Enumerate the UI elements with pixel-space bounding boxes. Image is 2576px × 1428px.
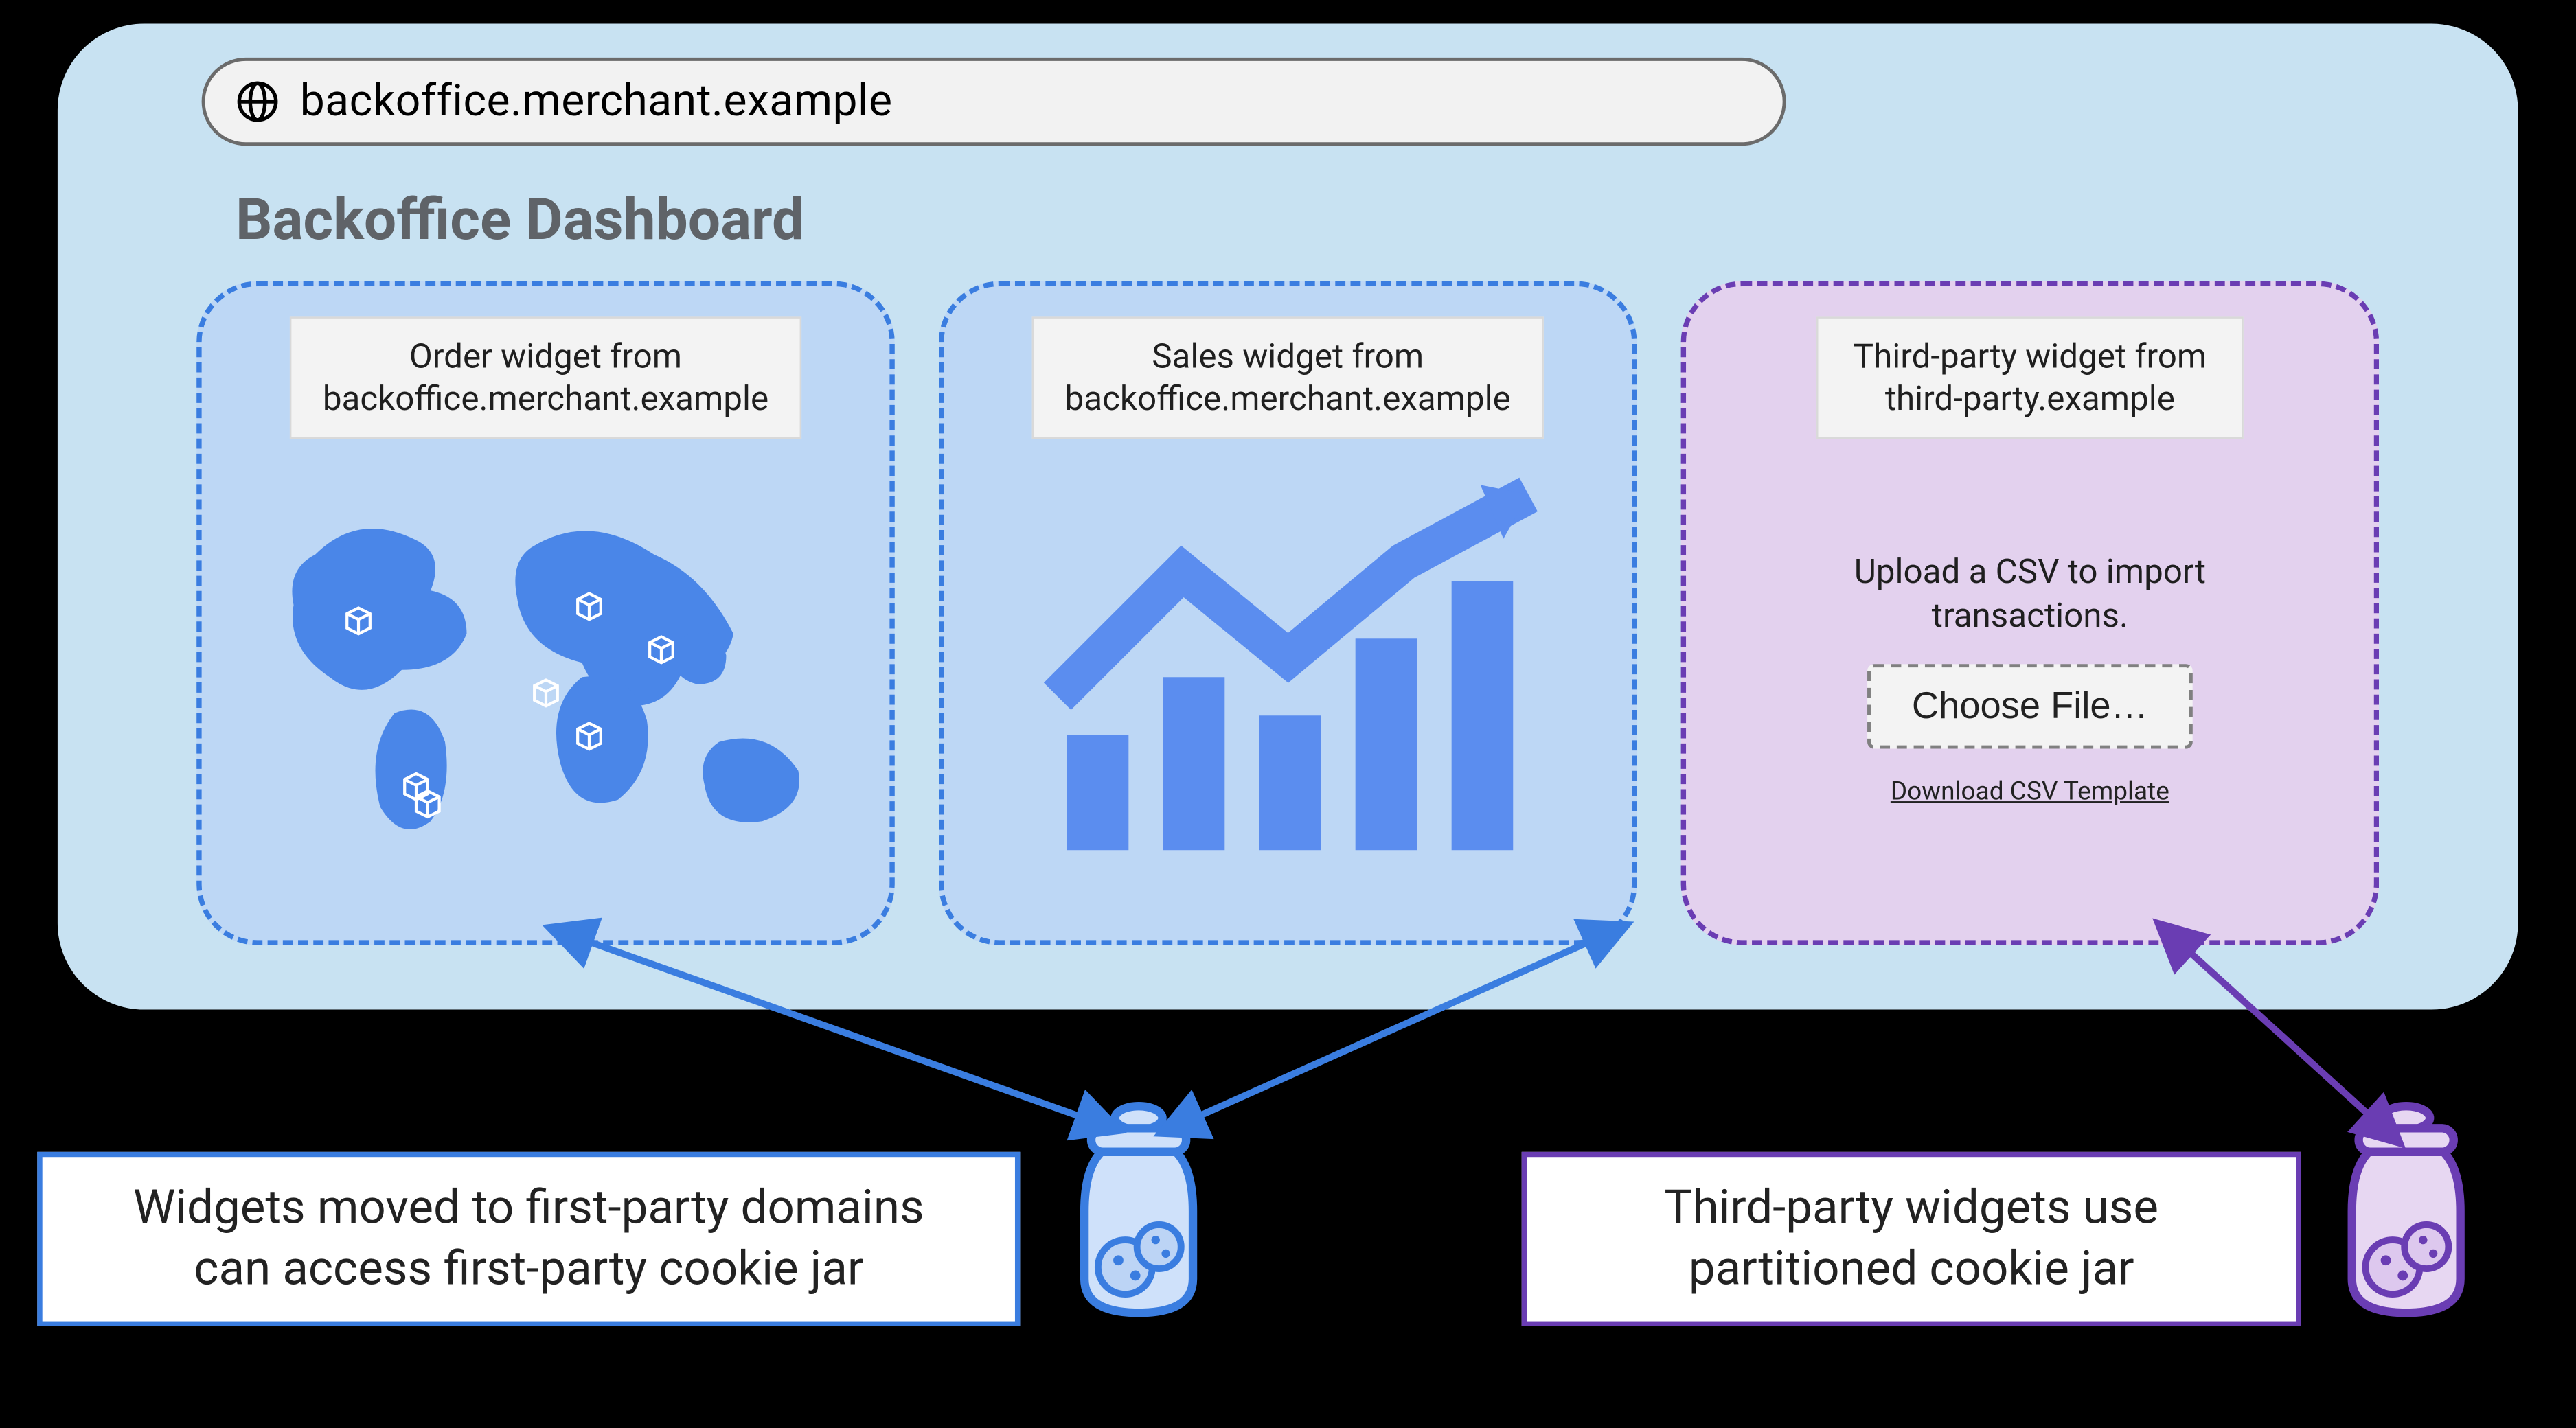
sales-widget-body — [974, 439, 1602, 917]
sales-widget: Sales widget from backoffice.merchant.ex… — [939, 281, 1637, 945]
bar-chart-icon — [999, 458, 1576, 897]
order-widget-body — [232, 439, 859, 917]
dashboard-title: Backoffice Dashboard — [236, 186, 804, 254]
cookie-jar-first-party-icon — [1054, 1098, 1224, 1326]
first-party-caption: Widgets moved to first-party domains can… — [37, 1152, 1020, 1326]
cookie-jar-partitioned-icon — [2321, 1098, 2491, 1326]
widgets-row: Order widget from backoffice.merchant.ex… — [196, 281, 2379, 945]
diagram-canvas: backoffice.merchant.example Backoffice D… — [0, 0, 2575, 1428]
third-party-widget-label: Third-party widget from third-party.exam… — [1817, 316, 2244, 439]
browser-window: backoffice.merchant.example Backoffice D… — [51, 17, 2524, 1017]
order-widget-label: Order widget from backoffice.merchant.ex… — [290, 316, 801, 439]
order-widget: Order widget from backoffice.merchant.ex… — [196, 281, 895, 945]
third-party-caption: Third-party widgets use partitioned cook… — [1522, 1152, 2301, 1326]
upload-prompt: Upload a CSV to import transactions. — [1854, 549, 2206, 636]
third-party-widget-body: Upload a CSV to import transactions. Cho… — [1854, 439, 2206, 917]
choose-file-button[interactable]: Choose File… — [1868, 664, 2192, 748]
url-bar: backoffice.merchant.example — [202, 58, 1786, 146]
download-csv-template-link[interactable]: Download CSV Template — [1891, 776, 2169, 806]
sales-widget-label: Sales widget from backoffice.merchant.ex… — [1033, 316, 1543, 439]
url-text: backoffice.merchant.example — [300, 76, 893, 127]
third-party-widget: Third-party widget from third-party.exam… — [1681, 281, 2380, 945]
globe-icon — [236, 80, 280, 124]
world-map-icon — [258, 458, 834, 897]
